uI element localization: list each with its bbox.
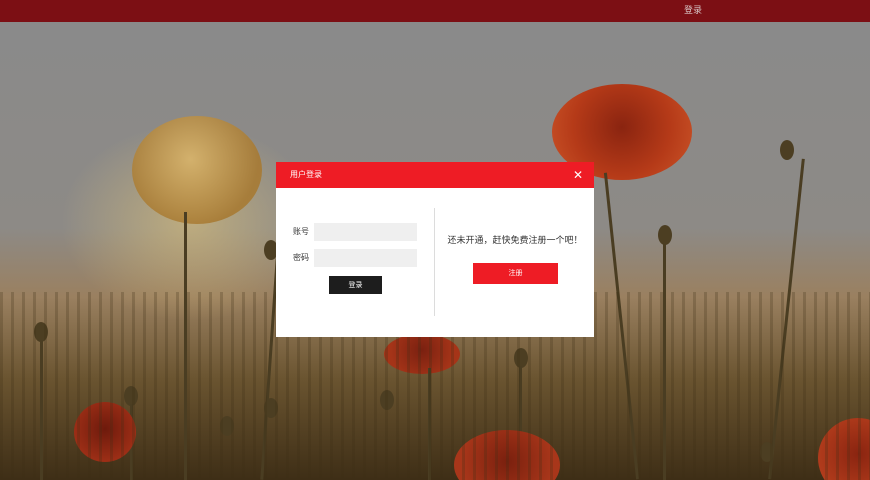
modal-header: 用户登录 ✕ [276,162,594,188]
register-prompt: 还未开通，赶快免费注册一个吧！ [447,236,583,246]
password-input[interactable] [314,249,417,267]
top-nav-bar: 登录 [0,0,870,22]
close-icon[interactable]: ✕ [570,167,586,183]
poppy-bud [658,225,672,245]
account-label: 账号 [293,227,309,236]
password-label: 密码 [293,253,309,262]
vertical-divider [434,208,435,316]
login-modal: 用户登录 ✕ 账号 密码 登录 还未开通，赶快免费注册一个吧！ 注册 [276,162,594,337]
login-button[interactable]: 登录 [329,276,382,294]
account-input[interactable] [314,223,417,241]
poppy-bud [780,140,794,160]
poppy-flower [132,116,262,224]
register-button[interactable]: 注册 [473,263,558,284]
modal-title: 用户登录 [290,170,322,179]
top-login-link[interactable]: 登录 [676,0,710,22]
